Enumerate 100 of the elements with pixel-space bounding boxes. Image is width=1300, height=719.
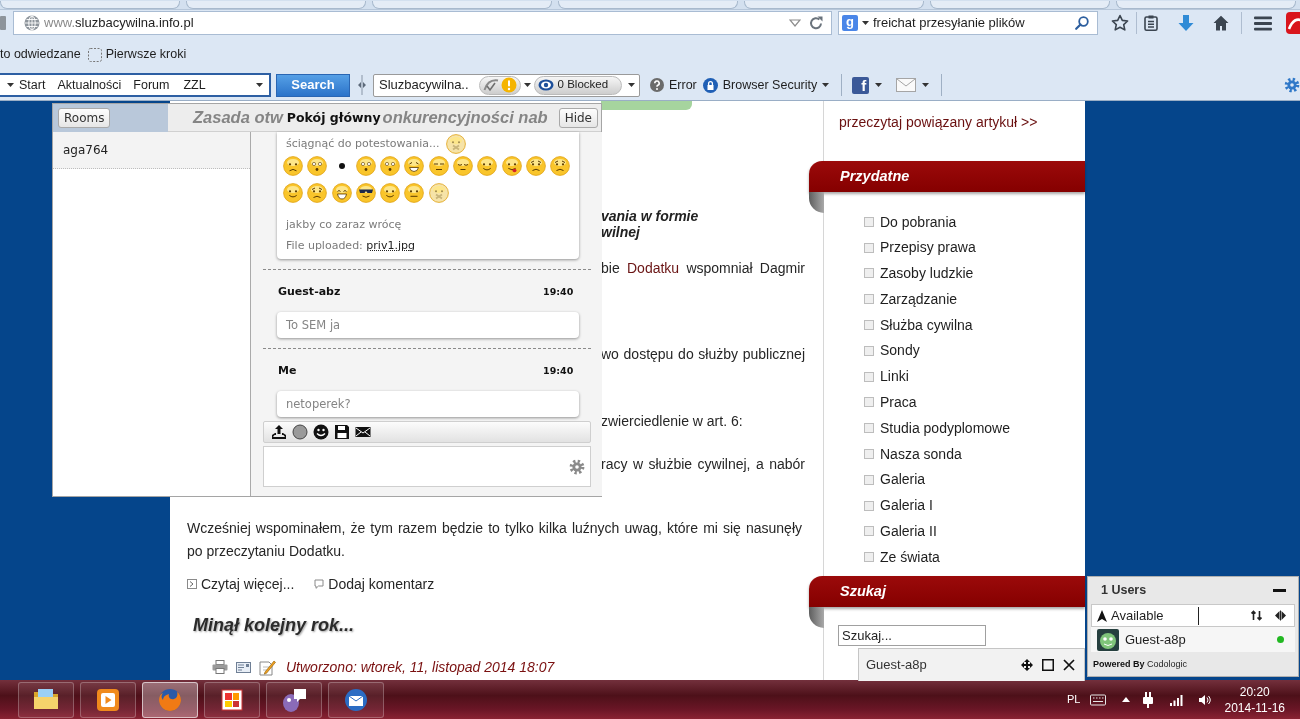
caret-icon[interactable] bbox=[628, 83, 635, 87]
smiley-icon bbox=[283, 183, 303, 203]
language-indicator[interactable]: PL bbox=[1067, 692, 1081, 707]
swap-icon[interactable] bbox=[1251, 610, 1262, 621]
caret-icon[interactable] bbox=[523, 83, 531, 87]
navigation-combobox[interactable]: Start Aktualności Forum ZZL bbox=[0, 73, 271, 97]
gear-icon[interactable] bbox=[1284, 77, 1300, 93]
bookmark-link[interactable]: Pierwsze kroki bbox=[105, 47, 187, 62]
user-list-item[interactable]: aga764 bbox=[53, 132, 250, 169]
caret-icon[interactable] bbox=[875, 83, 883, 87]
sidebar-link[interactable]: Galeria I bbox=[880, 497, 933, 515]
power-plug-icon[interactable] bbox=[1141, 691, 1154, 708]
upload-icon[interactable] bbox=[271, 424, 287, 440]
bookmark-star-icon[interactable] bbox=[1111, 14, 1129, 32]
sidebar-link[interactable]: Praca bbox=[880, 394, 917, 411]
hide-button[interactable]: Hide bbox=[558, 107, 598, 128]
read-more-link[interactable]: Czytaj więcej... bbox=[201, 575, 295, 593]
list-bullet-icon bbox=[864, 526, 874, 537]
sidebar-link[interactable]: Nasza sonda bbox=[880, 445, 962, 463]
home-icon[interactable] bbox=[1213, 15, 1229, 31]
toolbar-link[interactable]: Aktualności bbox=[57, 77, 122, 93]
search-input[interactable]: Szukaj... bbox=[838, 625, 986, 647]
article-link[interactable]: Dodatku bbox=[627, 260, 680, 276]
smiley-icon[interactable] bbox=[313, 424, 329, 440]
signal-icon[interactable] bbox=[1169, 693, 1183, 706]
keyboard-icon[interactable] bbox=[1089, 693, 1106, 706]
minimized-chat-bar[interactable]: Guest-a8p bbox=[858, 648, 1085, 681]
speaker-icon[interactable] bbox=[1198, 693, 1211, 706]
settings-icon[interactable] bbox=[569, 458, 586, 475]
arrow-box-icon bbox=[187, 579, 197, 589]
sidebar-link[interactable]: Linki bbox=[880, 368, 909, 386]
sidebar-link[interactable]: Zasoby ludzkie bbox=[880, 265, 974, 282]
caret-icon[interactable] bbox=[822, 83, 830, 87]
sidebar-link[interactable]: Przepisy prawa bbox=[880, 239, 976, 257]
address-bar[interactable]: www.sluzbacywilna.info.pl bbox=[13, 11, 832, 35]
move-icon[interactable] bbox=[1021, 659, 1033, 671]
caret-icon[interactable] bbox=[7, 83, 14, 87]
facebook-icon[interactable]: f bbox=[852, 76, 870, 94]
taskbar-button[interactable] bbox=[266, 681, 322, 718]
search-field[interactable]: g freichat przesyłanie plików bbox=[838, 11, 1098, 35]
text-fragment: racy w służbie cywilnej, a nabór bbox=[601, 455, 805, 473]
sidebar-link[interactable]: Zarządzanie bbox=[880, 290, 958, 308]
blocked-button[interactable]: 0 Blocked bbox=[533, 75, 622, 95]
toolbar-link[interactable]: Forum bbox=[133, 77, 170, 93]
reading-list-icon[interactable] bbox=[1143, 15, 1159, 31]
printer-icon[interactable] bbox=[212, 660, 228, 674]
sidebar-link[interactable]: Ze świata bbox=[880, 548, 940, 566]
save-icon[interactable] bbox=[334, 424, 350, 440]
comment-icon bbox=[314, 579, 325, 589]
grip-icon[interactable] bbox=[358, 75, 366, 95]
site-field[interactable]: Sluzbacywilna.. 0 Blocked bbox=[373, 73, 640, 97]
taskbar-button[interactable] bbox=[80, 681, 136, 718]
sidebar-link[interactable]: Do pobrania bbox=[880, 213, 957, 231]
search-engine-icon[interactable]: g bbox=[842, 15, 858, 31]
reload-icon[interactable] bbox=[809, 16, 823, 30]
dot-icon bbox=[338, 163, 345, 169]
email-icon[interactable] bbox=[236, 661, 251, 673]
sidebar-link[interactable]: Sondy bbox=[880, 342, 920, 360]
related-article-link[interactable]: przeczytaj powiązany artykuł >> bbox=[839, 113, 1038, 131]
search-icon[interactable] bbox=[1075, 16, 1089, 30]
caret-icon[interactable] bbox=[862, 21, 869, 25]
error-button[interactable]: Error bbox=[650, 77, 697, 93]
security-button[interactable]: Browser Security bbox=[702, 77, 830, 93]
download-icon[interactable] bbox=[1178, 15, 1194, 31]
toolbar-link[interactable]: Start bbox=[19, 77, 46, 93]
caret-icon[interactable] bbox=[256, 83, 263, 87]
brand-link[interactable]: Codologic bbox=[1147, 659, 1188, 669]
envelope-icon[interactable] bbox=[355, 424, 371, 440]
sidebar-link[interactable]: Galeria II bbox=[880, 523, 937, 540]
caret-up-icon[interactable] bbox=[1121, 697, 1130, 702]
left-right-arrows-icon[interactable] bbox=[1275, 610, 1286, 621]
edit-icon[interactable] bbox=[259, 658, 276, 676]
page-icon[interactable] bbox=[87, 47, 102, 62]
sidebar-link[interactable]: Galeria bbox=[880, 471, 926, 489]
dropdown-icon[interactable] bbox=[789, 19, 801, 27]
file-link[interactable]: priv1.jpg bbox=[366, 239, 415, 252]
caret-icon[interactable] bbox=[922, 83, 930, 87]
clock-date[interactable]: 2014-11-16 bbox=[1224, 699, 1285, 716]
taskbar-button[interactable] bbox=[328, 681, 384, 718]
taskbar-button[interactable] bbox=[18, 681, 74, 718]
taskbar-button[interactable] bbox=[204, 681, 260, 718]
status-circle-icon[interactable] bbox=[292, 424, 308, 440]
status-selector[interactable]: Available bbox=[1091, 604, 1295, 627]
rooms-button[interactable]: Rooms bbox=[58, 108, 111, 128]
comment-link[interactable]: Dodaj komentarz bbox=[328, 575, 435, 593]
search-button[interactable]: Search bbox=[276, 73, 350, 97]
sidebar-link[interactable]: Studia podyplomowe bbox=[880, 419, 1010, 437]
globe-icon bbox=[24, 15, 40, 31]
clock-time[interactable]: 20:20 bbox=[1224, 683, 1285, 700]
maximize-icon[interactable] bbox=[1042, 659, 1054, 671]
taskbar-button[interactable] bbox=[142, 681, 198, 718]
eye-icon bbox=[537, 79, 554, 91]
message-input[interactable] bbox=[263, 446, 592, 487]
list-bullet-icon bbox=[864, 242, 874, 253]
menu-icon[interactable] bbox=[1254, 15, 1272, 31]
close-icon[interactable] bbox=[1063, 659, 1075, 671]
sidebar-link[interactable]: Służba cywilna bbox=[880, 316, 973, 334]
status-text: Available bbox=[1111, 607, 1164, 624]
bookmark-link[interactable]: to odwiedzane bbox=[0, 47, 81, 62]
extension-icon[interactable] bbox=[1286, 12, 1300, 34]
